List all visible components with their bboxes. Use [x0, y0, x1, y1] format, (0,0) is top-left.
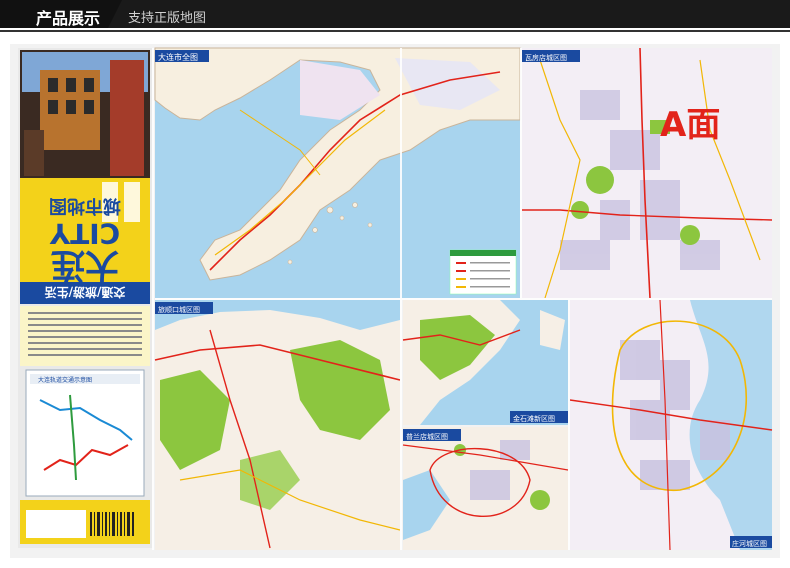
- side-a-label: A面: [660, 105, 720, 145]
- panel-jinshitan-title: 金石滩新区图: [513, 414, 555, 423]
- panel-zhuanghe-title: 庄河城区图: [732, 539, 767, 548]
- rail-map-title: 大连轨道交通示意图: [38, 376, 92, 384]
- panel-wafangdian-title: 瓦房店城区图: [525, 53, 567, 62]
- header-divider: [0, 30, 790, 32]
- panel-zhuanghe: 庄河城区图: [569, 299, 773, 551]
- header-tab-notch: [108, 0, 122, 28]
- panel-full-city: 大连市全图: [154, 47, 521, 298]
- rail-map-inset: [25, 369, 145, 497]
- header-subtitle: 支持正版地图: [128, 11, 207, 26]
- header-title: 产品展示: [36, 9, 101, 28]
- panel-jinshitan: 金石滩新区图: [402, 300, 568, 425]
- cover-tagline: 交通/旅游/生活: [45, 285, 126, 300]
- panel-pulandian: 普兰店城区图: [402, 427, 569, 550]
- map-cover: 大连 CITY 城市地图 交通/旅游/生活 大连轨道交通示意图: [18, 48, 152, 548]
- panel-lushunkou-title: 旅顺口城区图: [158, 305, 200, 314]
- cover-title: 大连: [50, 245, 119, 285]
- panel-lushunkou: 旅顺口城区图: [154, 300, 401, 550]
- panel-wafangdian: 瓦房店城区图 A面: [522, 47, 773, 299]
- cover-city-word: CITY: [49, 217, 120, 250]
- panel-full-city-title: 大连市全图: [158, 52, 198, 62]
- cover-subtitle: 城市地图: [49, 195, 121, 217]
- panel-pulandian-title: 普兰店城区图: [406, 432, 448, 441]
- product-header: 产品展示 支持正版地图: [0, 0, 790, 40]
- folded-map-photo: 大连 CITY 城市地图 交通/旅游/生活 大连轨道交通示意图 大连市全图 瓦房…: [10, 44, 780, 558]
